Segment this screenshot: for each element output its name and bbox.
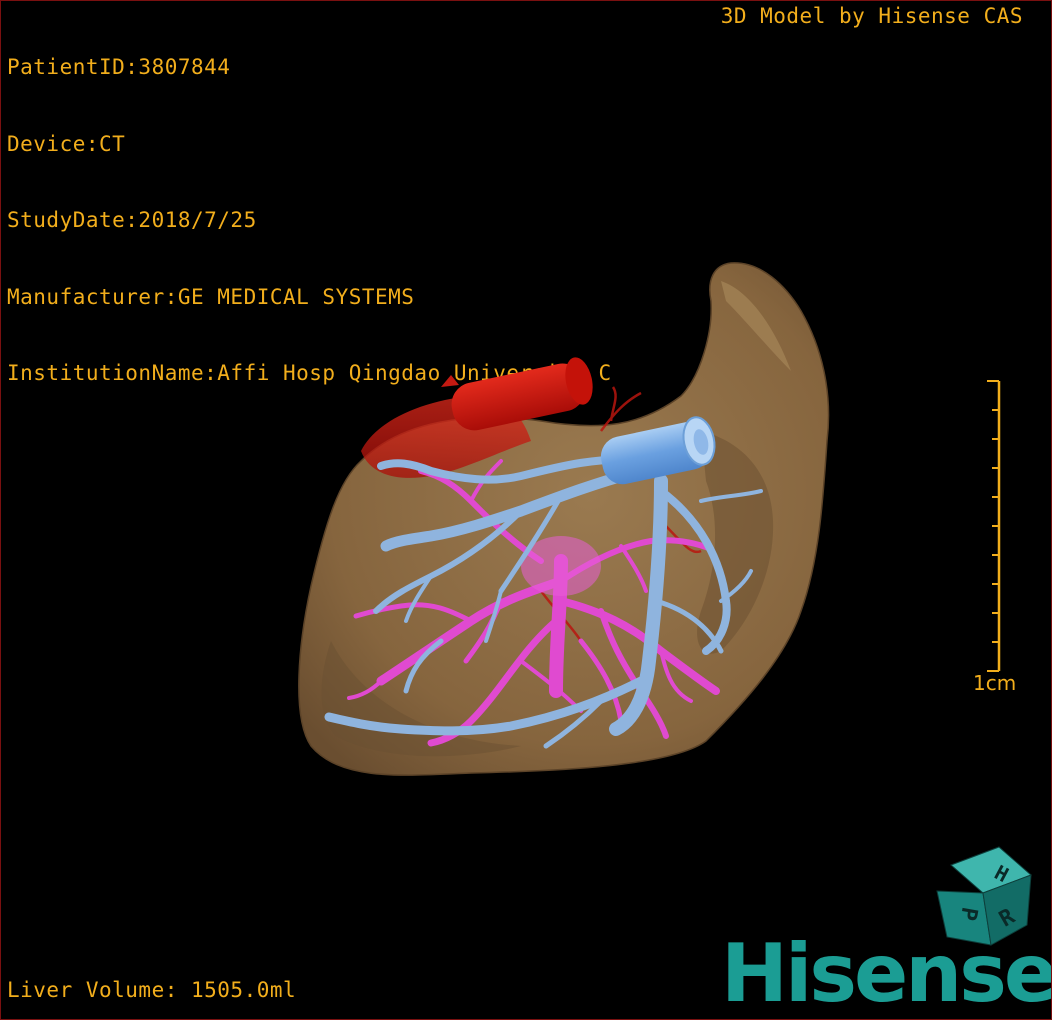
scale-bar — [987, 380, 1001, 672]
liver-volume: Liver Volume: 1505.0ml — [7, 977, 297, 1002]
hisense-logo: Hisense — [721, 927, 1052, 1020]
scale-label: 1cm — [973, 671, 1017, 695]
3d-viewport[interactable]: PatientID:3807844 Device:CT StudyDate:20… — [0, 0, 1052, 1020]
liver-3d-model[interactable] — [1, 1, 1052, 1020]
